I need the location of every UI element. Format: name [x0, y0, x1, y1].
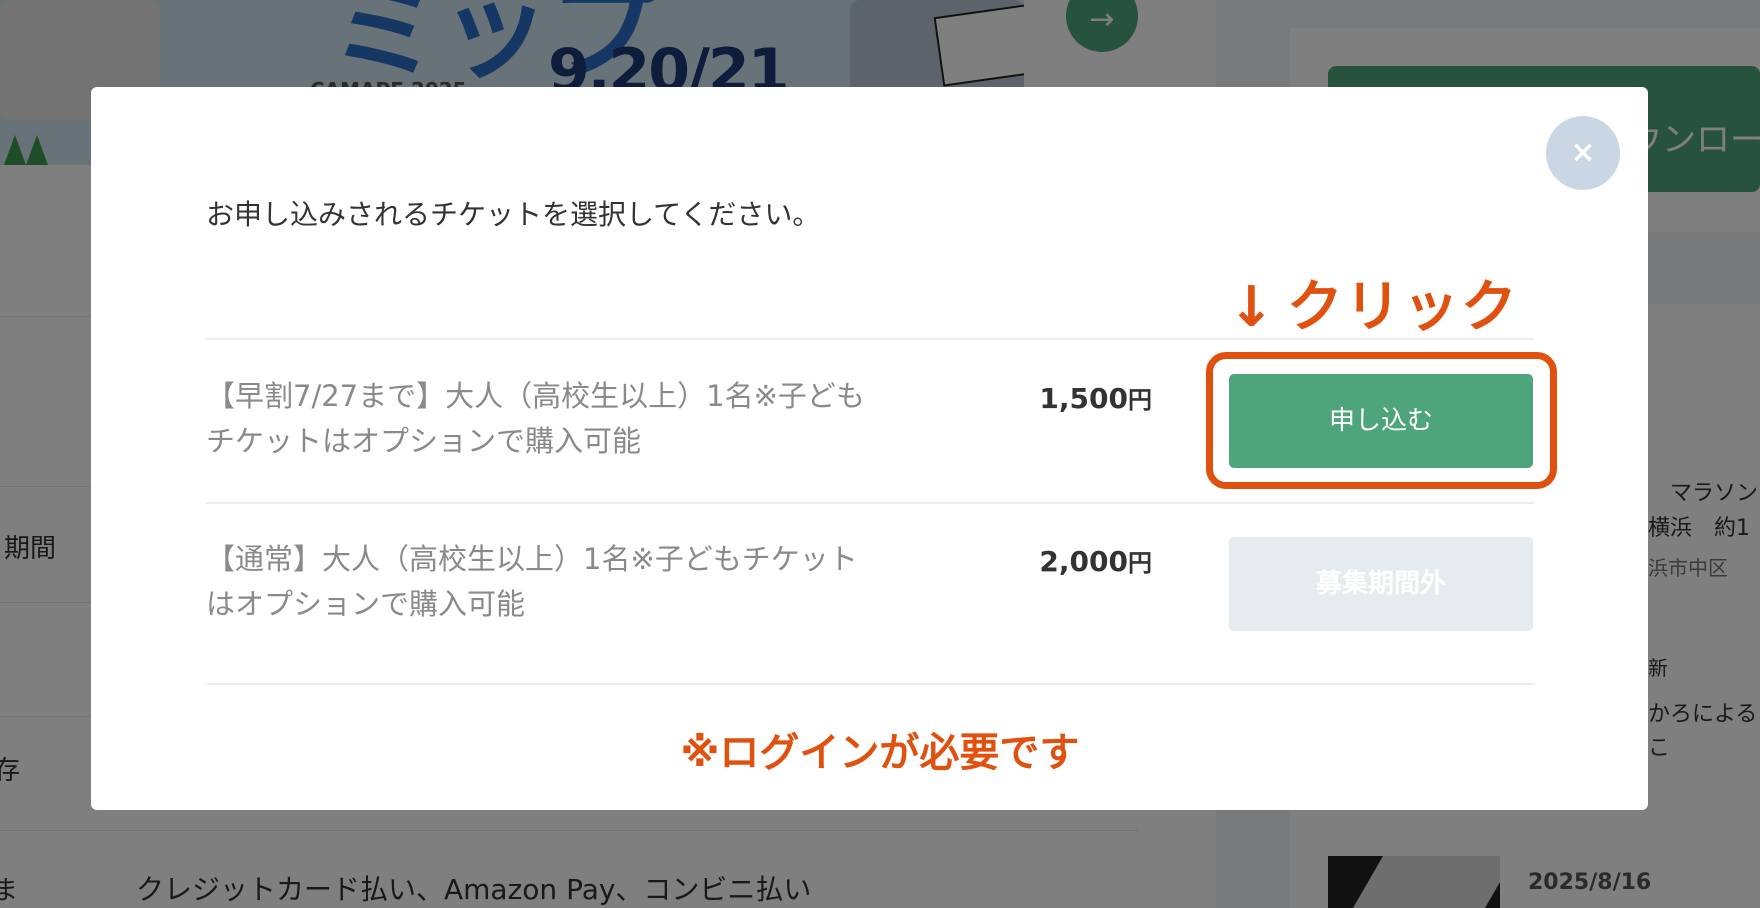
ticket-price-early: 1,500円	[992, 380, 1152, 415]
modal-instruction: お申し込みされるチケットを選択してください。	[206, 198, 821, 231]
click-hint-annotation: ↓ クリック	[1228, 262, 1519, 343]
apply-button[interactable]: 申し込む	[1229, 374, 1533, 468]
price-value: 2,000	[1039, 545, 1128, 578]
arrow-down-icon: ↓	[1228, 275, 1277, 340]
price-currency: 円	[1128, 386, 1152, 414]
ticket-price-regular: 2,000円	[992, 543, 1152, 578]
price-currency: 円	[1128, 549, 1152, 577]
price-value: 1,500	[1039, 382, 1128, 415]
out-of-period-button: 募集期間外	[1229, 537, 1533, 631]
ticket-name-regular: 【通常】大人（高校生以上）1名※子どもチケットはオプションで購入可能	[206, 542, 858, 621]
close-button[interactable]: ×	[1546, 116, 1620, 190]
ticket-divider	[206, 338, 1534, 340]
ticket-divider	[206, 683, 1534, 685]
login-required-note: ※ログインが必要です	[680, 730, 1080, 776]
click-hint-label: クリック	[1286, 275, 1519, 340]
ticket-divider	[206, 502, 1534, 504]
ticket-name-early: 【早割7/27まで】大人（高校生以上）1名※子どもチケットはオプションで購入可能	[206, 379, 865, 458]
